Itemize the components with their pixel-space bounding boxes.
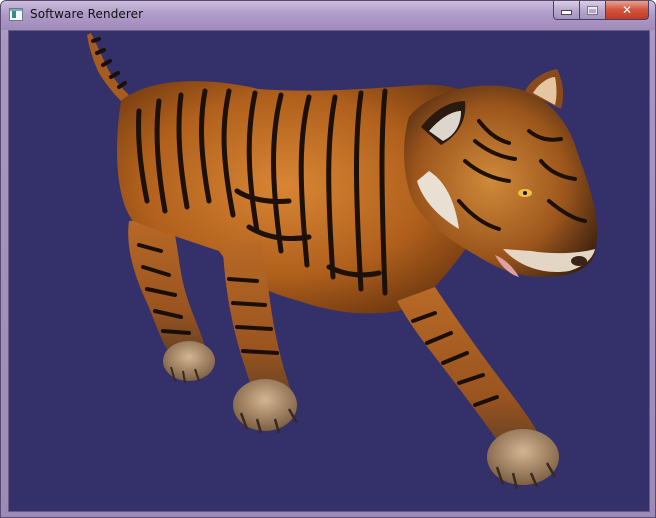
maximize-button[interactable] [579, 1, 605, 20]
minimize-icon [561, 10, 572, 15]
minimize-button[interactable] [553, 1, 579, 20]
window-controls: ✕ [553, 1, 649, 21]
tiger-render [87, 33, 598, 490]
app-window: Software Renderer ✕ [0, 0, 656, 518]
tiger-front-paw-right [487, 429, 559, 485]
tiger-tail [87, 33, 129, 101]
render-viewport[interactable] [8, 30, 650, 512]
close-button[interactable]: ✕ [605, 1, 649, 20]
close-icon: ✕ [621, 3, 633, 17]
maximize-icon [587, 5, 598, 15]
title-bar[interactable]: Software Renderer ✕ [1, 1, 655, 30]
tiger-front-leg-right [397, 287, 537, 443]
app-window-icon[interactable] [9, 8, 23, 21]
window-title: Software Renderer [30, 7, 144, 21]
tiger-back-paw [163, 341, 215, 381]
tiger-front-paw-left [233, 379, 297, 431]
